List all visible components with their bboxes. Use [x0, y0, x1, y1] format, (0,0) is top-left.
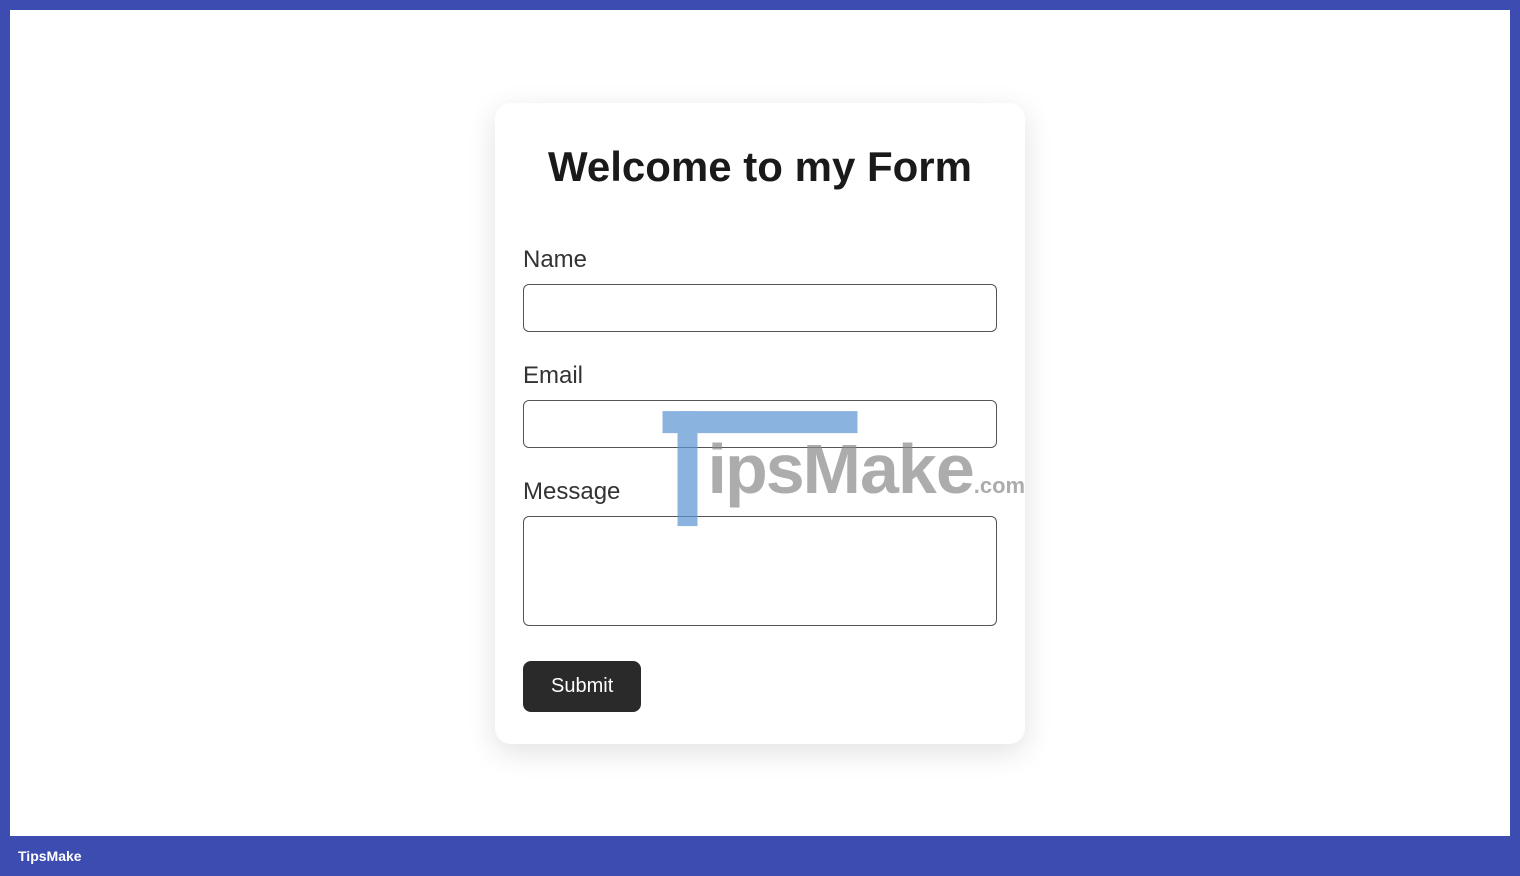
name-input[interactable] — [523, 284, 997, 332]
page-frame: Welcome to my Form Name Email Message Su… — [10, 10, 1510, 836]
form-group-message: Message — [523, 478, 997, 631]
name-label: Name — [523, 246, 997, 274]
message-textarea[interactable] — [523, 516, 997, 626]
footer-brand: TipsMake — [18, 848, 82, 864]
form-group-email: Email — [523, 362, 997, 448]
message-label: Message — [523, 478, 997, 506]
form-title: Welcome to my Form — [523, 143, 997, 191]
email-input[interactable] — [523, 400, 997, 448]
form-card: Welcome to my Form Name Email Message Su… — [495, 103, 1025, 744]
submit-button[interactable]: Submit — [523, 661, 641, 712]
form-group-name: Name — [523, 246, 997, 332]
email-label: Email — [523, 362, 997, 390]
